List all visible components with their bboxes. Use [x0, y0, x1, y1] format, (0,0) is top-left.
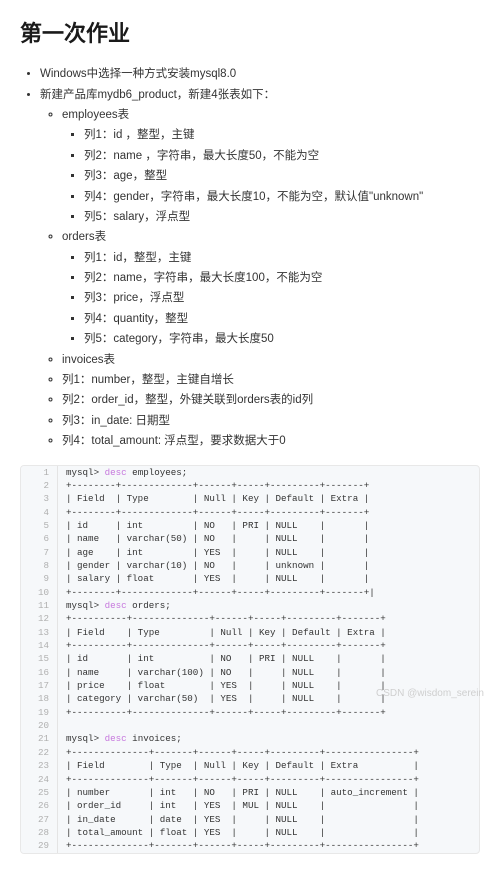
code-line-number: 2 [21, 479, 58, 492]
orders-cols: 列1：id，整型，主键 列2：name，字符串，最大长度100，不能为空 列3：… [62, 249, 480, 349]
list-item: 列3：in_date: 日期型 [62, 412, 480, 430]
code-line-number: 8 [21, 559, 58, 572]
code-line: +----------+--------------+------+-----+… [58, 706, 480, 719]
code-line: | id | int | NO | PRI | NULL | | [58, 652, 480, 665]
list-item: 列3：age，整型 [84, 167, 480, 185]
code-line-number: 14 [21, 639, 58, 652]
list-item: 列4：total_amount: 浮点型，要求数据大于0 [62, 432, 480, 450]
code-line [58, 719, 480, 732]
code-line: | total_amount | float | YES | | NULL | … [58, 826, 480, 839]
list-item-label: 新建产品库mydb6_product，新建4张表如下： [40, 89, 275, 101]
top-list: Windows中选择一种方式安装mysql8.0 新建产品库mydb6_prod… [20, 65, 480, 450]
code-line-number: 24 [21, 773, 58, 786]
code-line-number: 9 [21, 572, 58, 585]
code-line: | id | int | NO | PRI | NULL | | [58, 519, 480, 532]
code-line-number: 17 [21, 679, 58, 692]
code-line-number: 23 [21, 759, 58, 772]
code-line: | name | varchar(50) | NO | | NULL | | [58, 532, 480, 545]
code-line: | Field | Type | Null | Key | Default | … [58, 759, 480, 772]
code-line-number: 28 [21, 826, 58, 839]
list-item: 列4：gender，字符串，最大长度10，不能为空，默认值"unknown" [84, 188, 480, 206]
watermark: CSDN @wisdom_serein [376, 686, 484, 702]
code-line-number: 26 [21, 799, 58, 812]
code-line: | salary | float | YES | | NULL | | [58, 572, 480, 585]
list-item: Windows中选择一种方式安装mysql8.0 [40, 65, 480, 83]
code-line-number: 5 [21, 519, 58, 532]
code-line-number: 15 [21, 652, 58, 665]
table-name-label: invoices表 [62, 354, 115, 366]
code-line: | gender | varchar(10) | NO | | unknown … [58, 559, 480, 572]
code-line: +--------------+-------+------+-----+---… [58, 746, 480, 759]
code-line-number: 25 [21, 786, 58, 799]
code-line-number: 13 [21, 626, 58, 639]
code-line-number: 7 [21, 546, 58, 559]
list-item: 列2：name，字符串，最大长度100，不能为空 [84, 269, 480, 287]
code-line-number: 1 [21, 466, 58, 479]
code-line-number: 11 [21, 599, 58, 612]
code-line-number: 21 [21, 732, 58, 745]
code-block: 1mysql> desc employees;2+--------+------… [20, 465, 480, 854]
code-line-number: 3 [21, 492, 58, 505]
code-line: mysql> desc invoices; [58, 732, 480, 745]
code-line-number: 16 [21, 666, 58, 679]
code-line: | age | int | YES | | NULL | | [58, 546, 480, 559]
list-item: 列2：name ，字符串，最大长度50，不能为空 [84, 147, 480, 165]
code-line-number: 29 [21, 839, 58, 852]
table-name-label: orders表 [62, 231, 106, 243]
code-line: | Field | Type | Null | Key | Default | … [58, 626, 480, 639]
list-item: employees表 列1：id ，整型，主键 列2：name ，字符串，最大长… [62, 106, 480, 226]
table-name-label: employees表 [62, 109, 129, 121]
code-line: | number | int | NO | PRI | NULL | auto_… [58, 786, 480, 799]
code-line: mysql> desc orders; [58, 599, 480, 612]
code-line: | name | varchar(100) | NO | | NULL | | [58, 666, 480, 679]
code-line: | order_id | int | YES | MUL | NULL | | [58, 799, 480, 812]
list-item: invoices表 [62, 351, 480, 369]
code-line: +--------+-------------+------+-----+---… [58, 506, 480, 519]
list-item: 列5：category，字符串，最大长度50 [84, 330, 480, 348]
code-line: +--------------+-------+------+-----+---… [58, 773, 480, 786]
code-line-number: 20 [21, 719, 58, 732]
list-item: 新建产品库mydb6_product，新建4张表如下： employees表 列… [40, 86, 480, 451]
code-line: +--------+-------------+------+-----+---… [58, 586, 480, 599]
list-item: orders表 列1：id，整型，主键 列2：name，字符串，最大长度100，… [62, 228, 480, 348]
list-item: 列3：price，浮点型 [84, 289, 480, 307]
code-line-number: 22 [21, 746, 58, 759]
code-line-number: 19 [21, 706, 58, 719]
code-line: +--------+-------------+------+-----+---… [58, 479, 480, 492]
code-line-number: 12 [21, 612, 58, 625]
code-line-number: 27 [21, 813, 58, 826]
employees-cols: 列1：id ，整型，主键 列2：name ，字符串，最大长度50，不能为空 列3… [62, 126, 480, 226]
code-line: mysql> desc employees; [58, 466, 480, 479]
list-item: 列2：order_id，整型，外键关联到orders表的id列 [62, 391, 480, 409]
tables-list: employees表 列1：id ，整型，主键 列2：name ，字符串，最大长… [40, 106, 480, 451]
code-line-number: 18 [21, 692, 58, 705]
list-item: 列4：quantity，整型 [84, 310, 480, 328]
code-line: +--------------+-------+------+-----+---… [58, 839, 480, 852]
code-line-number: 4 [21, 506, 58, 519]
list-item: 列5：salary，浮点型 [84, 208, 480, 226]
code-line: +----------+--------------+------+-----+… [58, 639, 480, 652]
code-line-number: 10 [21, 586, 58, 599]
list-item: 列1：number，整型，主键自增长 [62, 371, 480, 389]
code-line: | in_date | date | YES | | NULL | | [58, 813, 480, 826]
code-line-number: 6 [21, 532, 58, 545]
page-title: 第一次作业 [20, 16, 480, 51]
list-item: 列1：id ，整型，主键 [84, 126, 480, 144]
list-item: 列1：id，整型，主键 [84, 249, 480, 267]
code-line: +----------+--------------+------+-----+… [58, 612, 480, 625]
code-line: | Field | Type | Null | Key | Default | … [58, 492, 480, 505]
